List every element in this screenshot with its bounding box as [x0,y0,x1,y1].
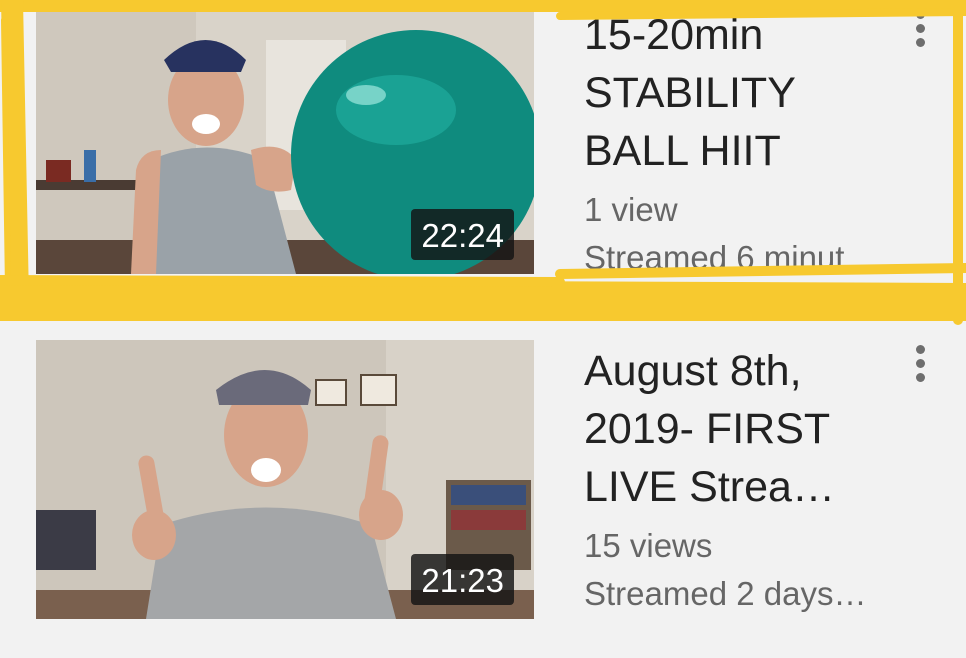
video-title[interactable]: 15-20min STABILITY BALL HIIT [584,6,914,180]
title-line: August 8th, [584,347,802,395]
title-line: 15-20min [584,11,764,59]
video-title[interactable]: August 8th, 2019- FIRST LIVE Strea… [584,342,914,516]
duration-badge: 22:24 [411,209,514,260]
video-list: 22:24 15-20min STABILITY BALL HIIT 1 vie… [0,0,966,658]
more-vert-icon[interactable] [905,10,935,60]
video-info[interactable]: August 8th, 2019- FIRST LIVE Strea… 15 v… [584,342,914,618]
title-line: STABILITY [584,69,796,117]
title-line: 2019- FIRST [584,405,831,453]
more-vert-icon[interactable] [905,345,935,395]
view-count: 1 view [584,191,678,228]
video-thumbnail[interactable]: 22:24 [36,0,534,274]
stream-time: Streamed 2 days… [584,575,867,612]
stream-time: Streamed 6 minut… [584,239,878,276]
video-item[interactable]: 22:24 15-20min STABILITY BALL HIIT 1 vie… [0,0,966,320]
video-item[interactable]: 21:23 August 8th, 2019- FIRST LIVE Strea… [0,320,966,658]
video-thumbnail[interactable]: 21:23 [36,340,534,619]
video-info[interactable]: 15-20min STABILITY BALL HIIT 1 view Stre… [584,6,914,282]
duration-badge: 21:23 [411,554,514,605]
view-count: 15 views [584,527,713,564]
title-line: BALL HIIT [584,127,781,175]
title-line: LIVE Strea… [584,463,835,511]
